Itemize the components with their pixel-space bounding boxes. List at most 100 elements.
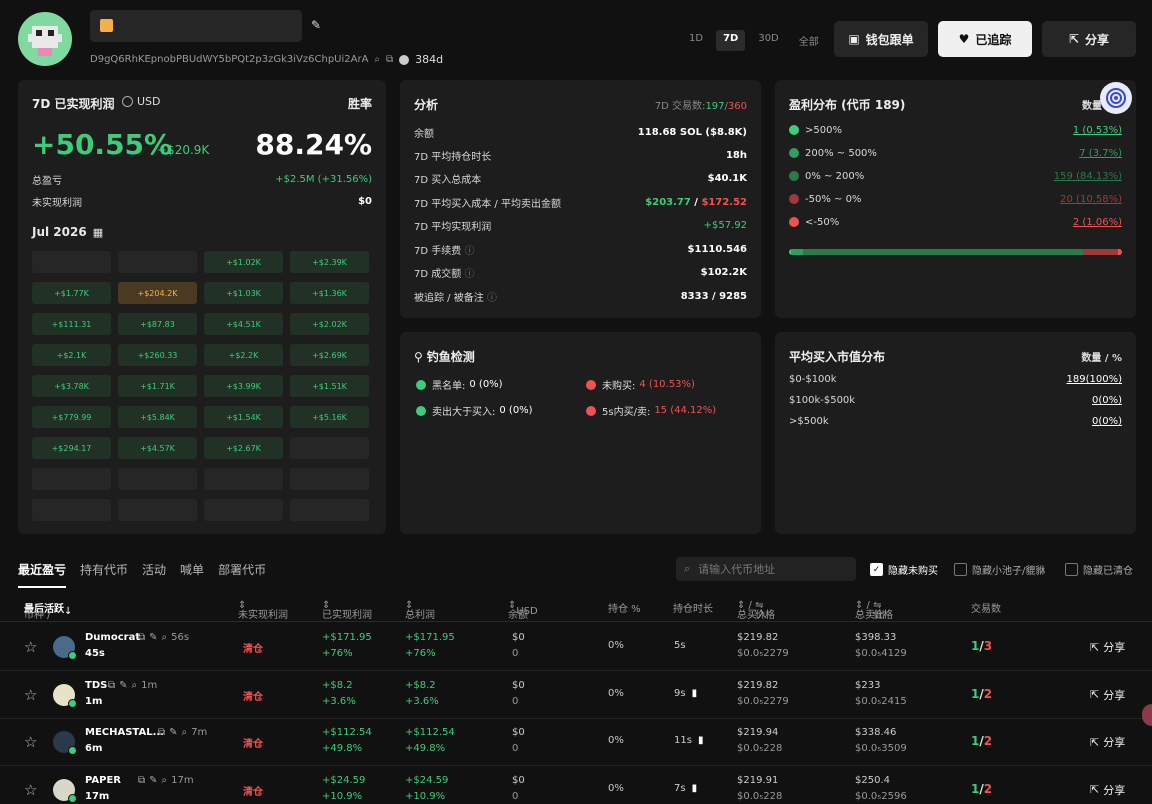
calendar-day[interactable]: +$4.51K <box>204 313 283 335</box>
timeframe-1d[interactable]: 1D <box>682 30 710 51</box>
col-sold[interactable]: 总卖出 ⇕ / 价格 ⇋ <box>855 600 893 621</box>
timeframe-30d[interactable]: 30D <box>751 30 785 51</box>
currency-toggle[interactable]: USD <box>122 95 161 108</box>
col-hold[interactable]: 持仓时长 <box>673 600 713 615</box>
timeframe-7d[interactable]: 7D <box>716 30 746 51</box>
calendar-day[interactable]: +$5.84K <box>118 406 197 428</box>
star-icon[interactable]: ☆ <box>24 733 37 751</box>
timeframe-all[interactable]: 全部 <box>792 30 826 51</box>
token-name[interactable]: TDS <box>85 680 107 691</box>
search-icon[interactable]: ⌕ <box>182 727 188 738</box>
star-icon[interactable]: ☆ <box>24 781 37 799</box>
checkbox[interactable] <box>954 563 967 576</box>
checkbox[interactable] <box>1065 563 1078 576</box>
calendar-day[interactable]: +$2.39K <box>290 251 369 273</box>
token-name[interactable]: MECHASTAL... <box>85 727 164 738</box>
calendar-day[interactable]: +$1.54K <box>204 406 283 428</box>
token-name[interactable]: PAPER <box>85 775 121 786</box>
distribution-value[interactable]: 7 (3.7%) <box>1079 148 1122 159</box>
calendar-day[interactable]: +$204.2K <box>118 282 197 304</box>
tab-recent-pnl[interactable]: 最近盈亏 <box>18 561 67 588</box>
calendar-day[interactable]: +$87.83 <box>118 313 197 335</box>
distribution-value[interactable]: 20 (10.58%) <box>1060 194 1122 205</box>
copy-icon[interactable]: ⧉ <box>138 775 145 786</box>
checkbox-checked[interactable]: ✓ <box>870 563 883 576</box>
edit-icon[interactable]: ✎ <box>311 18 321 32</box>
tab-holdings[interactable]: 持有代币 <box>80 561 128 588</box>
tracked-button[interactable]: ♥ 已追踪 <box>938 21 1032 57</box>
copy-icon[interactable]: ⧉ <box>138 632 145 643</box>
col-bought[interactable]: 总买入 ⇕ / 价格 ⇋ <box>737 600 775 621</box>
copy-icon[interactable]: ⧉ <box>386 54 393 65</box>
note-icon[interactable]: ✎ <box>119 680 127 691</box>
star-icon[interactable]: ☆ <box>24 686 37 704</box>
mcap-value[interactable]: 0(0%) <box>1092 416 1122 427</box>
sold-value: $233 <box>855 679 881 691</box>
tab-deployed[interactable]: 部署代币 <box>218 561 266 588</box>
row-share-button[interactable]: ⇱ 分享 <box>1090 782 1125 798</box>
note-icon[interactable]: ✎ <box>169 727 177 738</box>
calendar-day[interactable]: +$2.69K <box>290 344 369 366</box>
calendar-day[interactable]: +$1.77K <box>32 282 111 304</box>
copy-trade-button[interactable]: ▣ 钱包跟单 <box>834 21 928 57</box>
help-icon[interactable]: ⓘ <box>464 246 474 257</box>
month-selector[interactable]: Jul 2026 ▦ <box>32 225 103 239</box>
tab-calls[interactable]: 喊单 <box>180 561 204 588</box>
wallet-name-field[interactable] <box>90 10 302 42</box>
copy-icon[interactable]: ⧉ <box>158 727 165 738</box>
calendar-day[interactable]: +$4.57K <box>118 437 197 459</box>
token-name[interactable]: Dumocrat <box>85 632 140 643</box>
calendar-day[interactable]: +$2.2K <box>204 344 283 366</box>
calendar-day[interactable]: +$294.17 <box>32 437 111 459</box>
calendar-day[interactable]: +$2.02K <box>290 313 369 335</box>
tab-activity[interactable]: 活动 <box>142 561 166 588</box>
table-row[interactable]: ☆ MECHASTAL... ⧉ ✎ ⌕ 7m 6m 清仓 +$112.54 +49.8% +$11… <box>0 718 1152 766</box>
calendar-day[interactable]: +$1.03K <box>204 282 283 304</box>
calendar-day[interactable]: +$1.71K <box>118 375 197 397</box>
search-icon[interactable]: ⌕ <box>162 775 168 786</box>
distribution-value[interactable]: 2 (1.06%) <box>1073 217 1122 228</box>
table-row[interactable]: ☆ Dumocrat ⧉ ✎ ⌕ 56s 45s 清仓 +$171.95 +76% +$171.95… <box>0 623 1152 671</box>
calendar-day[interactable]: +$3.99K <box>204 375 283 397</box>
calendar-day[interactable]: +$779.99 <box>32 406 111 428</box>
token-search[interactable]: ⌕ 请输入代币地址 <box>676 557 856 581</box>
note-icon[interactable]: ✎ <box>149 632 157 643</box>
search-icon[interactable]: ⌕ <box>132 680 138 691</box>
copy-icon[interactable]: ⧉ <box>108 680 115 691</box>
col-usd-toggle[interactable]: USD <box>516 606 537 617</box>
distribution-value[interactable]: 159 (84.13%) <box>1054 171 1122 182</box>
table-row[interactable]: ☆ PAPER ⧉ ✎ ⌕ 17m 17m 清仓 +$24.59 +10.9% +$24.59 +10… <box>0 766 1152 804</box>
col-total[interactable]: 总利润 ⇕ <box>405 600 435 621</box>
scan-icon[interactable] <box>1100 82 1132 114</box>
calendar-day[interactable]: +$2.1K <box>32 344 111 366</box>
mcap-value[interactable]: 189(100%) <box>1067 374 1122 385</box>
filter-hide-unbought[interactable]: ✓ 隐藏未购买 <box>870 562 938 577</box>
row-share-button[interactable]: ⇱ 分享 <box>1090 734 1125 750</box>
col-position[interactable]: 持仓 % <box>608 600 641 615</box>
help-icon[interactable]: ⓘ <box>464 269 474 280</box>
note-icon[interactable]: ✎ <box>149 775 157 786</box>
mcap-value[interactable]: 0(0%) <box>1092 395 1122 406</box>
col-unrealized[interactable]: 未实现利润 ⇕ <box>238 600 288 621</box>
row-share-button[interactable]: ⇱ 分享 <box>1090 639 1125 655</box>
col-balance[interactable]: 余额 ⇕ USD <box>508 600 538 621</box>
filter-hide-small-pool[interactable]: 隐藏小池子/貔貅 <box>954 562 1045 577</box>
calendar-day[interactable]: +$1.02K <box>204 251 283 273</box>
calendar-day[interactable]: +$3.78K <box>32 375 111 397</box>
filter-hide-closed[interactable]: 隐藏已清仓 <box>1065 562 1133 577</box>
share-button[interactable]: ⇱ 分享 <box>1042 21 1136 57</box>
calendar-day[interactable]: +$111.31 <box>32 313 111 335</box>
calendar-day[interactable]: +$2.67K <box>204 437 283 459</box>
calendar-day[interactable]: +$1.51K <box>290 375 369 397</box>
help-icon[interactable]: ⓘ <box>487 293 497 304</box>
distribution-value[interactable]: 1 (0.53%) <box>1073 125 1122 136</box>
calendar-day[interactable]: +$5.16K <box>290 406 369 428</box>
calendar-day[interactable]: +$1.36K <box>290 282 369 304</box>
search-icon[interactable]: ⌕ <box>162 632 168 643</box>
star-icon[interactable]: ☆ <box>24 638 37 656</box>
search-icon[interactable]: ⌕ <box>374 54 380 65</box>
table-row[interactable]: ☆ TDS ⧉ ✎ ⌕ 1m 1m 清仓 +$8.2 +3.6% +$8.2 +3.6% $0 0 0% 9s… <box>0 671 1152 719</box>
row-share-button[interactable]: ⇱ 分享 <box>1090 687 1125 703</box>
col-realized[interactable]: 已实现利润 ⇕ <box>322 600 372 621</box>
calendar-day[interactable]: +$260.33 <box>118 344 197 366</box>
